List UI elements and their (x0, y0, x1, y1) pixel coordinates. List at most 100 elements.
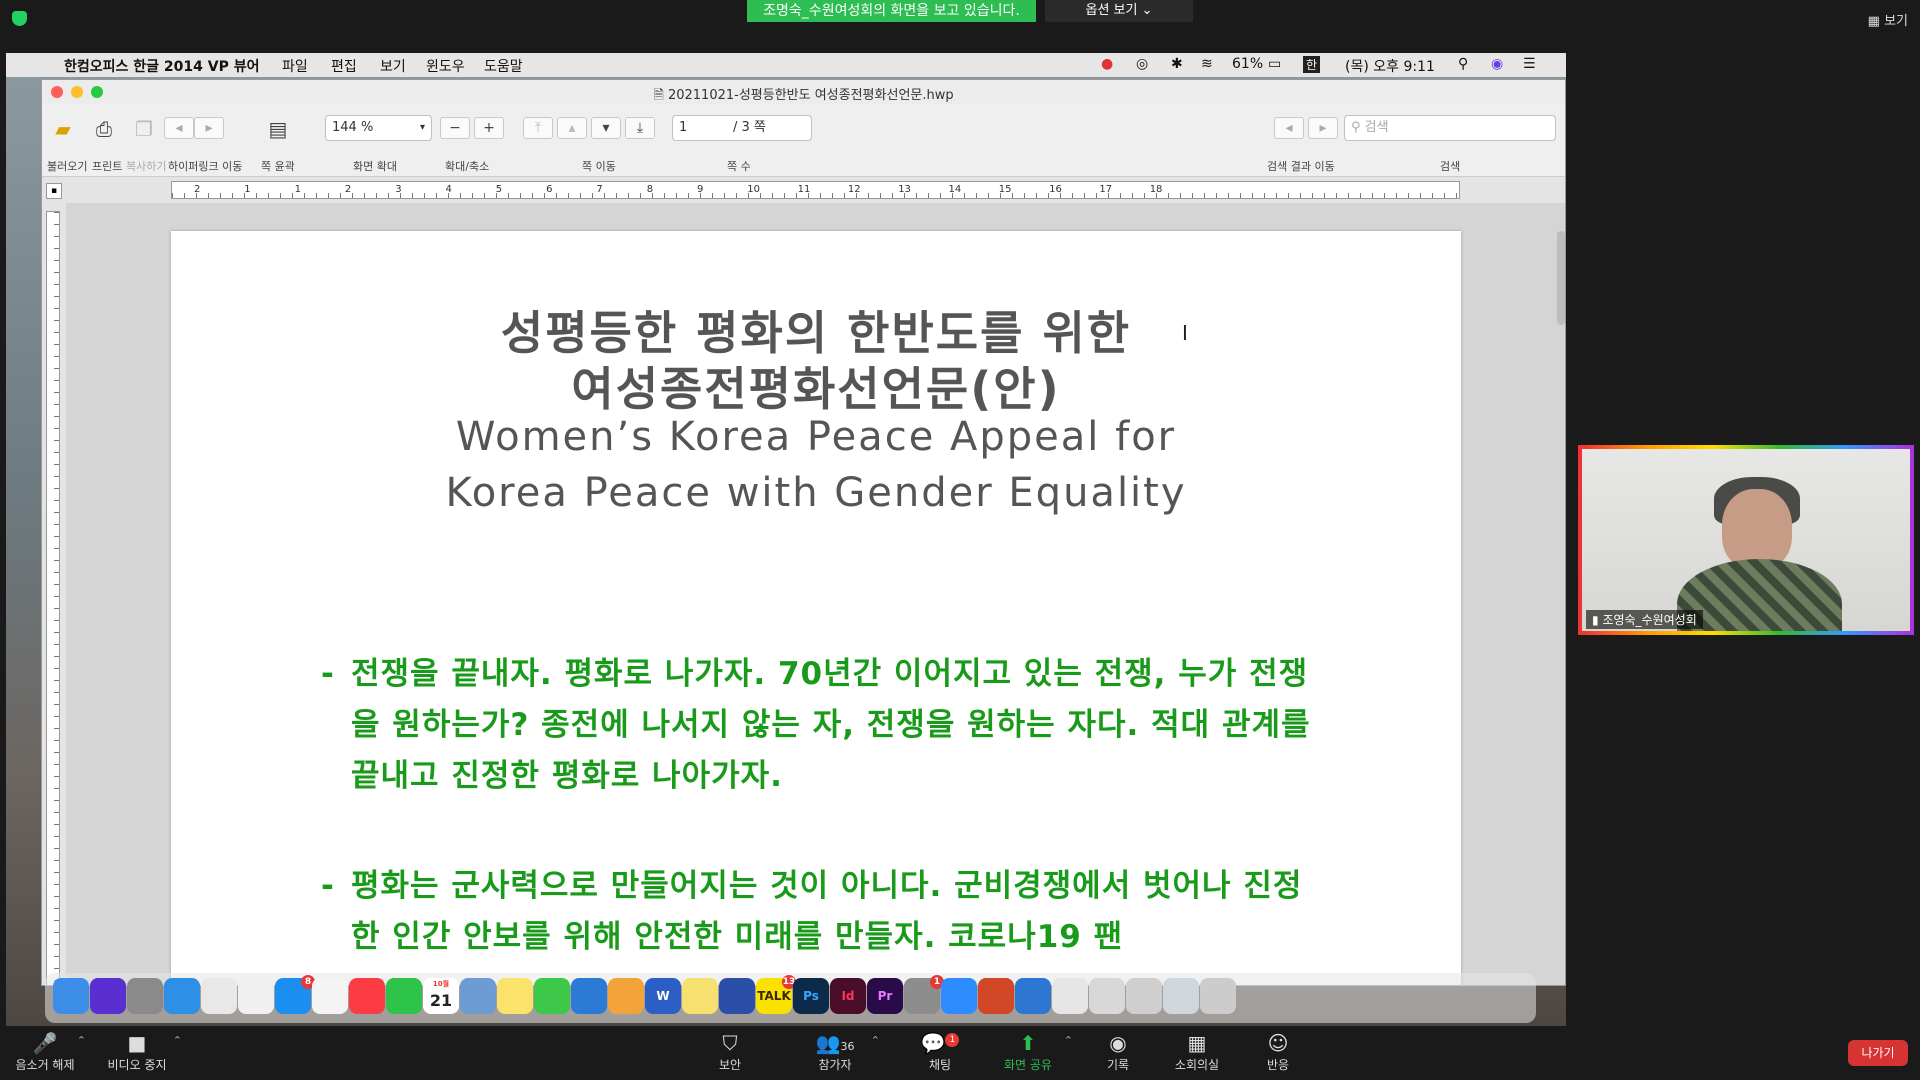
dock-music-icon[interactable] (349, 978, 385, 1014)
share-screen-button[interactable]: ⬆ 화면 공유 ⌃ (983, 1030, 1073, 1073)
chevron-up-icon[interactable]: ⌃ (173, 1034, 182, 1047)
zoom-in-button[interactable]: + (474, 117, 504, 139)
input-source-icon[interactable]: 한 (1303, 56, 1321, 73)
vertical-ruler-strip[interactable] (46, 211, 60, 985)
unmute-button[interactable]: 🎤 음소거 해제 ⌃ (0, 1030, 90, 1073)
menu-edit[interactable]: 편집 (331, 56, 357, 76)
creative-cloud-icon[interactable]: ◎ (1136, 56, 1148, 72)
dock-safari-icon[interactable] (164, 978, 200, 1014)
document-page[interactable]: 성평등한 평화의 한반도를 위한 여성종전평화선언문(안) Women’s Ko… (171, 231, 1461, 985)
dock-word-icon[interactable]: W (645, 978, 681, 1014)
vertical-scrollbar[interactable] (1557, 231, 1565, 325)
page-number-field[interactable]: 1 / 3 쪽 (672, 115, 812, 141)
search-prev-button[interactable]: ◂ (1274, 117, 1304, 139)
dock-folder-a-icon[interactable] (1126, 978, 1162, 1014)
leave-meeting-button[interactable]: 나가기 (1848, 1040, 1908, 1066)
page-outline-icon[interactable]: ▤ (264, 116, 292, 142)
first-page-button[interactable]: ⤒ (523, 117, 553, 139)
screen-sharing-banner: 조명숙_수원여성회의 화면을 보고 있습니다. (747, 0, 1036, 22)
view-layout-button[interactable]: ▦ 보기 (1868, 10, 1908, 29)
zoom-out-button[interactable]: − (440, 117, 470, 139)
control-center-icon[interactable]: ☰ (1523, 56, 1536, 72)
search-input[interactable]: ⚲ 검색 (1344, 115, 1556, 141)
ruler-number: 1 (244, 184, 251, 195)
dock-facetime-icon[interactable] (386, 978, 422, 1014)
zoom-select[interactable]: 144 % ▾ (325, 115, 432, 141)
siri-icon[interactable]: ◉ (1491, 56, 1503, 72)
dock-finder-icon[interactable] (53, 978, 89, 1014)
security-shield-icon[interactable] (12, 11, 27, 26)
ruler-strip[interactable]: 2 1 1 2 3 4 5 6 7 8 9 10 11 12 13 14 15 16 17 18 (171, 181, 1460, 199)
menubar-clock[interactable]: (목) 오후 9:11 (1345, 56, 1435, 76)
bluetooth-icon[interactable]: ✱ (1171, 56, 1183, 72)
dock-itunes-icon[interactable] (1052, 978, 1088, 1014)
ruler-number: 8 (646, 184, 654, 195)
dock-indesign-icon[interactable]: Id (830, 978, 866, 1014)
dock-launchpad-icon[interactable] (127, 978, 163, 1014)
menu-file[interactable]: 파일 (282, 56, 308, 76)
menu-window[interactable]: 윈도우 (426, 56, 465, 76)
dock-zoom-icon[interactable] (941, 978, 977, 1014)
mac-dock: 8 10월 21 W TALK 13 Ps Id Pr 1 (45, 973, 1536, 1023)
dock-hwp-icon[interactable] (1015, 978, 1051, 1014)
search-next-button[interactable]: ▸ (1308, 117, 1338, 139)
menu-help[interactable]: 도움말 (484, 56, 523, 76)
dock-siri-icon[interactable] (90, 978, 126, 1014)
dock-trash-icon[interactable] (1200, 978, 1236, 1014)
chevron-up-icon[interactable]: ⌃ (77, 1034, 86, 1047)
participant-video-tile[interactable]: ▮ 조영숙_수원여성회 (1578, 445, 1914, 635)
ruler-tab-icon[interactable]: ▪ (46, 183, 62, 199)
dock-gesture-icon[interactable] (238, 978, 274, 1014)
dock-label: W (656, 989, 670, 1003)
dock-powerpoint-icon[interactable] (978, 978, 1014, 1014)
participants-button[interactable]: 👥36 참가자 ⌃ (790, 1030, 880, 1073)
breakout-rooms-button[interactable]: ▦ 소회의실 (1152, 1030, 1242, 1073)
hwp-viewer-window: 🗎 20211021-성평등한반도 여성종전평화선언문.hwp ▰ 불러오기 ⎙… (41, 79, 1566, 986)
security-button[interactable]: ⛉ 보안 (685, 1030, 775, 1073)
dock-kakaotalk-icon[interactable]: TALK 13 (756, 975, 796, 1014)
next-page-button[interactable]: ▾ (591, 117, 621, 139)
hyperlink-back-button[interactable]: ◂ (164, 117, 194, 139)
dock-keynote-prez-icon[interactable] (571, 978, 607, 1014)
dock-premiere-icon[interactable]: Pr (867, 978, 903, 1014)
menu-view[interactable]: 보기 (380, 56, 406, 76)
video-camera-icon: ■ (127, 1031, 147, 1055)
print-icon[interactable]: ⎙ (90, 116, 118, 142)
wifi-icon[interactable]: ≋ (1201, 56, 1213, 72)
last-page-button[interactable]: ⤓ (625, 117, 655, 139)
dock-direct-icon[interactable] (719, 978, 755, 1014)
dock-system-prefs-icon[interactable]: 1 (904, 975, 944, 1014)
dock-photos-icon[interactable] (312, 978, 348, 1014)
dock-mail-doc-icon[interactable] (1089, 978, 1125, 1014)
document-area[interactable]: 성평등한 평화의 한반도를 위한 여성종전평화선언문(안) Women’s Ko… (66, 203, 1565, 985)
search-label: 검색 (1440, 160, 1461, 173)
dock-appstore-icon[interactable]: 8 (275, 975, 315, 1014)
menu-app-name[interactable]: 한컴오피스 한글 2014 VP 뷰어 (64, 56, 259, 76)
dock-photoshop-icon[interactable]: Ps (793, 978, 829, 1014)
dock-pages-icon[interactable] (608, 978, 644, 1014)
dock-chrome-icon[interactable] (201, 978, 237, 1014)
chat-button[interactable]: 💬 1 채팅 (895, 1030, 985, 1073)
stop-video-button[interactable]: ■ 비디오 중지 ⌃ (92, 1030, 182, 1073)
chevron-up-icon[interactable]: ⌃ (871, 1034, 880, 1047)
chevron-up-icon[interactable]: ⌃ (1064, 1034, 1073, 1047)
prev-page-button[interactable]: ▴ (557, 117, 587, 139)
dock-preview-icon[interactable] (460, 978, 496, 1014)
reactions-button[interactable]: ☺ 반응 (1233, 1030, 1323, 1073)
dock-calendar-icon[interactable]: 10월 21 (423, 978, 459, 1014)
battery-icon[interactable]: ▭ (1268, 56, 1281, 72)
dock-folder-b-icon[interactable] (1163, 978, 1199, 1014)
ruler-number: 14 (948, 184, 962, 195)
spotlight-search-icon[interactable]: ⚲ (1458, 56, 1468, 72)
open-folder-icon[interactable]: ▰ (49, 116, 77, 142)
dock-notes-icon[interactable] (497, 978, 533, 1014)
record-button[interactable]: ◉ 기록 (1073, 1030, 1163, 1073)
copy-icon[interactable]: ❐ (130, 116, 158, 142)
hyperlink-forward-button[interactable]: ▸ (194, 117, 224, 139)
dock-messages-icon[interactable] (534, 978, 570, 1014)
ruler-number: 9 (697, 184, 704, 195)
dock-label: Pr (877, 989, 893, 1003)
zoom-status-icon[interactable]: ● (1101, 56, 1113, 72)
dock-stickies-icon[interactable] (682, 978, 718, 1014)
view-options-button[interactable]: 옵션 보기 ⌄ (1045, 0, 1193, 22)
